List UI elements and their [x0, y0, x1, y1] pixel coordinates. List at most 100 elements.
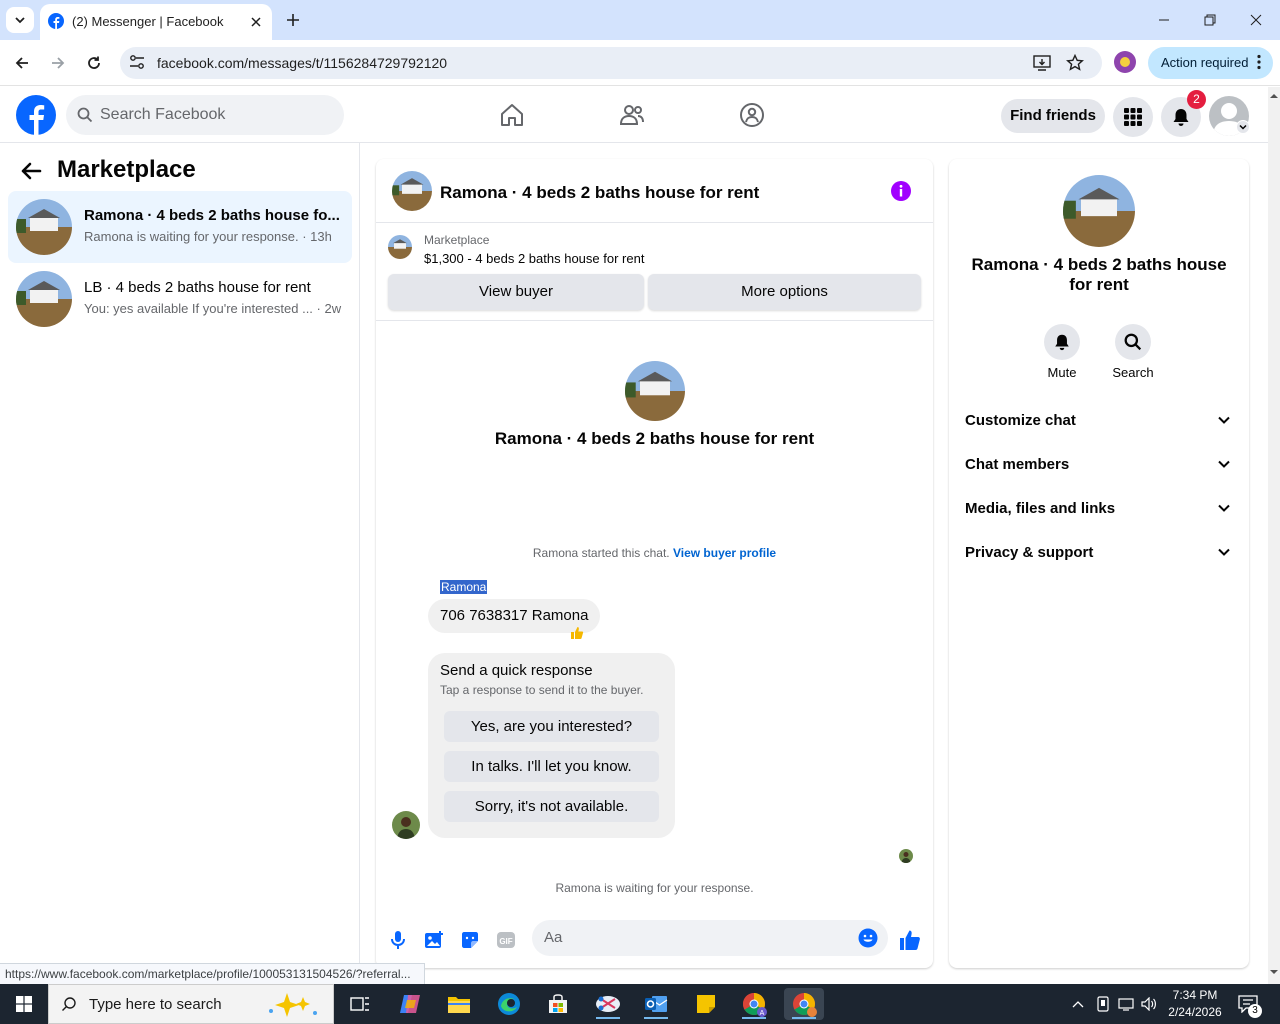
microphone-icon[interactable] — [386, 928, 410, 952]
home-icon[interactable] — [498, 101, 526, 129]
microsoft-store-icon[interactable] — [538, 988, 578, 1020]
bookmark-star-icon[interactable] — [1065, 53, 1085, 73]
friends-icon[interactable] — [618, 101, 646, 129]
minimize-window-icon[interactable] — [1141, 6, 1187, 34]
conversation-item[interactable]: Ramona · 4 beds 2 baths house fo... Ramo… — [8, 191, 352, 263]
conversation-title: Ramona · 4 beds 2 baths house fo... — [84, 207, 340, 224]
running-indicator — [644, 1017, 668, 1019]
network-icon[interactable] — [1117, 995, 1135, 1013]
chat-thumbnail[interactable] — [392, 171, 432, 211]
clock-time: 7:34 PM — [1172, 988, 1218, 1002]
listing-price[interactable]: $1,300 - 4 beds 2 baths house for rent — [424, 251, 644, 266]
conversation-item[interactable]: LB · 4 beds 2 baths house for rent You: … — [8, 263, 352, 335]
install-app-icon[interactable] — [1032, 53, 1052, 73]
browser-menu-icon[interactable] — [1257, 54, 1261, 70]
sidebar-title: Marketplace — [57, 156, 196, 183]
action-required-label: Action required — [1161, 55, 1249, 70]
chat-title[interactable]: Ramona · 4 beds 2 baths house for rent — [440, 183, 759, 203]
view-buyer-profile-link[interactable]: View buyer profile — [673, 546, 776, 560]
site-info-icon[interactable] — [128, 53, 146, 71]
groups-icon[interactable] — [738, 101, 766, 129]
more-options-button[interactable]: More options — [648, 274, 921, 310]
address-bar[interactable]: facebook.com/messages/t/1156284729792120 — [120, 47, 1102, 79]
new-tab-button[interactable] — [282, 9, 304, 31]
restore-window-icon[interactable] — [1187, 6, 1233, 34]
back-arrow-icon[interactable] — [20, 161, 42, 181]
gif-icon[interactable]: GIF — [494, 928, 518, 952]
close-window-icon[interactable] — [1233, 6, 1279, 34]
action-required-button[interactable]: Action required — [1148, 47, 1273, 79]
thumbs-up-send-icon[interactable] — [898, 928, 922, 952]
edge-browser-icon[interactable] — [489, 988, 529, 1020]
reload-icon[interactable] — [82, 51, 106, 75]
conversation-preview: You: yes available If you're interested … — [84, 301, 342, 316]
chrome-profile-active-icon[interactable] — [784, 988, 824, 1020]
notification-count-badge: 3 — [1248, 1004, 1262, 1018]
media-files-links-section[interactable]: Media, files and links — [957, 487, 1241, 531]
link-status-bar: https://www.facebook.com/marketplace/pro… — [0, 963, 425, 984]
volume-icon[interactable] — [1140, 995, 1158, 1013]
privacy-support-section[interactable]: Privacy & support — [957, 531, 1241, 575]
customize-chat-section[interactable]: Customize chat — [957, 399, 1241, 443]
search-highlight-sparkle-icon — [265, 991, 325, 1019]
tab-search-button[interactable] — [6, 7, 34, 33]
search-icon — [61, 996, 77, 1012]
sticker-icon[interactable] — [458, 928, 482, 952]
quick-response-title: Send a quick response — [440, 662, 593, 679]
buyer-avatar[interactable] — [392, 811, 420, 839]
conversation-preview: Ramona is waiting for your response. · 1… — [84, 229, 332, 244]
taskbar-search-placeholder: Type here to search — [89, 996, 222, 1013]
outlook-icon[interactable] — [636, 988, 676, 1020]
chat-started-notice: Ramona started this chat. View buyer pro… — [376, 546, 933, 560]
task-view-icon[interactable] — [340, 988, 380, 1020]
quick-reply-button[interactable]: In talks. I'll let you know. — [444, 751, 659, 782]
chrome-icon[interactable]: A — [734, 988, 774, 1020]
extension-icon[interactable] — [1114, 51, 1136, 73]
facebook-header: Search Facebook Find friends 2 — [0, 87, 1268, 143]
search-conversation-icon[interactable] — [1115, 324, 1151, 360]
info-icon[interactable] — [890, 180, 912, 202]
quick-reply-button[interactable]: Sorry, it's not available. — [444, 791, 659, 822]
chat-members-section[interactable]: Chat members — [957, 443, 1241, 487]
thumbs-up-reaction-icon[interactable] — [570, 626, 584, 640]
chevron-down-icon — [1217, 413, 1231, 427]
file-explorer-icon[interactable] — [439, 988, 479, 1020]
device-icon[interactable] — [1094, 995, 1112, 1013]
show-hidden-icons-chevron-up-icon[interactable] — [1069, 995, 1087, 1013]
message-input[interactable]: Aa — [532, 920, 888, 956]
details-thumbnail[interactable] — [1063, 175, 1135, 247]
listing-thumbnail[interactable] — [388, 235, 412, 259]
section-label: Chat members — [965, 456, 1070, 473]
back-arrow-icon[interactable] — [10, 51, 34, 75]
windows-start-icon[interactable] — [0, 984, 48, 1024]
running-indicator — [742, 1017, 766, 1019]
quick-reply-button[interactable]: Yes, are you interested? — [444, 711, 659, 742]
chat-started-text: Ramona started this chat. — [532, 546, 670, 560]
chevron-down-icon — [1217, 457, 1231, 471]
listing-thumbnail — [16, 199, 72, 255]
page-scrollbar[interactable] — [1268, 87, 1280, 984]
attach-photo-icon[interactable] — [422, 928, 446, 952]
facebook-search-input[interactable]: Search Facebook — [66, 95, 344, 135]
svg-text:A: A — [760, 1010, 765, 1017]
taskbar-search-input[interactable]: Type here to search — [48, 984, 334, 1024]
chevron-down-icon — [1217, 501, 1231, 515]
tab-close-icon[interactable] — [246, 12, 266, 32]
mute-bell-icon[interactable] — [1044, 324, 1080, 360]
forward-arrow-icon[interactable] — [46, 51, 70, 75]
quick-response-card: Send a quick response Tap a response to … — [428, 653, 675, 838]
listing-source-label: Marketplace — [424, 233, 490, 247]
snipping-tool-icon[interactable] — [588, 988, 628, 1020]
facebook-logo-icon[interactable] — [16, 95, 56, 135]
emoji-icon[interactable] — [858, 928, 878, 948]
find-friends-button[interactable]: Find friends — [1001, 99, 1105, 133]
mute-label: Mute — [1047, 365, 1077, 380]
account-chevron-down-icon[interactable] — [1236, 120, 1250, 134]
view-buyer-button[interactable]: View buyer — [388, 274, 644, 310]
menu-grid-icon[interactable] — [1113, 97, 1153, 137]
taskbar-clock[interactable]: 7:34 PM 2/24/2026 — [1162, 987, 1228, 1021]
copilot-icon[interactable] — [390, 988, 430, 1020]
browser-tab[interactable]: (2) Messenger | Facebook — [40, 4, 272, 40]
sticky-notes-icon[interactable] — [686, 988, 726, 1020]
chat-intro-thumbnail — [625, 361, 685, 421]
